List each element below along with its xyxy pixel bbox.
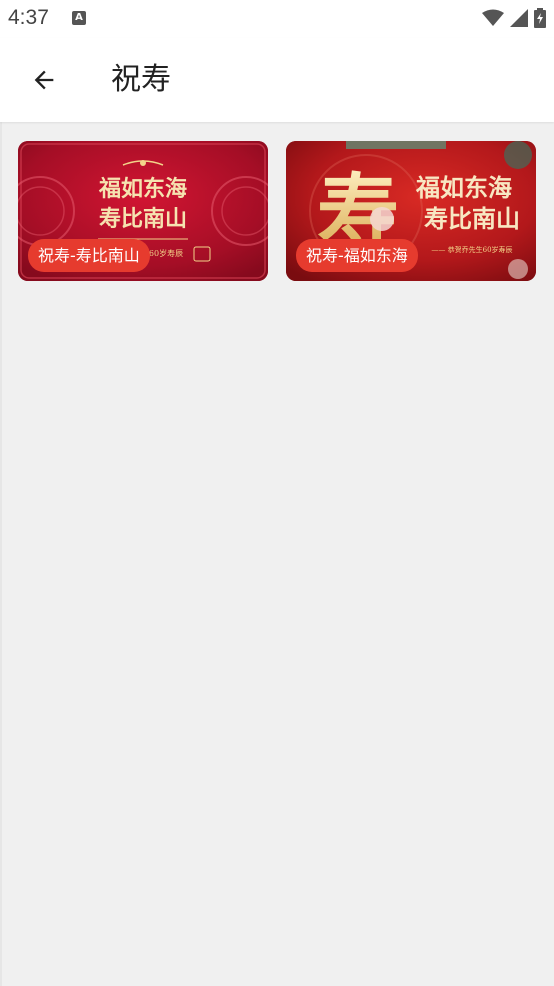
app-bar: 祝寿	[0, 38, 554, 122]
card-2-label: 祝寿-福如东海	[296, 239, 418, 272]
signal-icon	[510, 9, 528, 27]
card-1-art-caption: 60岁寿辰	[149, 248, 183, 258]
card-1-label: 祝寿-寿比南山	[28, 239, 150, 272]
wifi-icon	[482, 9, 504, 26]
template-card-1[interactable]: 福如东海 寿比南山 60岁寿辰 祝寿-寿比南山	[18, 141, 268, 281]
status-time: 4:37	[8, 6, 49, 29]
battery-icon	[534, 8, 546, 28]
card-2-art-line2: 寿比南山	[424, 204, 520, 233]
status-bar: 4:37 A	[0, 0, 554, 38]
back-button[interactable]	[24, 60, 64, 100]
template-card-2[interactable]: 寿 福如东海 寿比南山 —— 恭贺乔先生60岁寿辰 祝寿-福如东海	[286, 141, 536, 281]
card-1-art-line2: 寿比南山	[99, 206, 187, 232]
left-edge	[0, 0, 2, 986]
card-1-art-line1: 福如东海	[98, 176, 187, 202]
card-2-art-line1: 福如东海	[415, 173, 512, 202]
arrow-back-icon	[34, 70, 54, 90]
status-icons	[482, 8, 546, 28]
card-2-art-caption: —— 恭贺乔先生60岁寿辰	[431, 245, 512, 254]
a-icon: A	[72, 11, 86, 25]
page-title: 祝寿	[111, 62, 171, 97]
